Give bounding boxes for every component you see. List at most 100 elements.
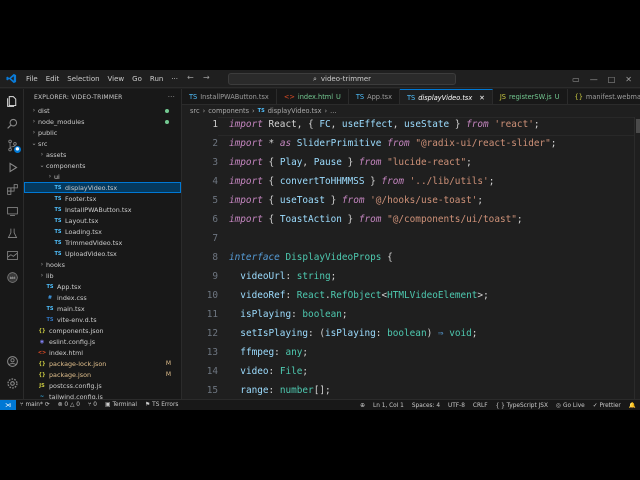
search-icon[interactable] [4,115,20,131]
scrollbar-thumb[interactable] [636,119,640,133]
code-token: ; [302,366,309,377]
code-line: videoUrl: string; [229,271,336,282]
menu-view[interactable]: View [104,75,129,83]
source-control-icon[interactable]: ● [4,137,21,153]
terminal-status[interactable]: ▣ Terminal [101,402,141,408]
chevron-down-icon: ⌄ [39,162,45,169]
folder-item[interactable]: › dist [24,105,181,116]
code-token: video [240,366,269,377]
code-token: * [262,138,280,149]
prettier-status[interactable]: ✓ Prettier [589,403,625,409]
file-item[interactable]: {} package.json M [24,369,181,380]
minimize-icon[interactable]: — [590,75,598,84]
folder-item[interactable]: › assets [24,149,181,160]
tab-close-icon[interactable]: ✕ [479,94,485,102]
file-item[interactable]: # index.css [24,292,181,303]
file-item[interactable]: {} components.json [24,325,181,336]
file-item[interactable]: ~ tailwind.config.js [24,391,181,400]
file-item[interactable]: TS displayVideo.tsx [24,182,181,193]
go-live-button[interactable]: ◎ Go Live [552,403,589,409]
line-number: 14 [206,366,218,377]
tab-registersw-js[interactable]: JS registerSW.js U [493,89,568,104]
settings-gear-icon[interactable] [4,375,20,391]
folder-item[interactable]: › lib [24,270,181,281]
file-item[interactable]: {} package-lock.json M [24,358,181,369]
sync-icon[interactable]: ⟳ [45,402,50,408]
file-item[interactable]: <> index.html [24,347,181,358]
folder-item[interactable]: › ui [24,171,181,182]
breadcrumb-symbol[interactable]: ... [330,107,336,115]
remote-explorer-icon[interactable] [4,203,20,219]
menu-more[interactable]: ··· [167,75,182,83]
branch-status[interactable]: ⑂ main* ⟳ [16,402,54,408]
git-ignored-dot-icon [165,108,169,113]
breadcrumb-file[interactable]: displayVideo.tsx [268,107,322,115]
folder-item[interactable]: ⌄ components [24,160,181,171]
language-mode[interactable]: { } TypeScript JSX [492,403,552,409]
notifications-bell-icon[interactable]: 🔔 [625,403,640,409]
code-token: ; [341,309,348,320]
editor-tabs: TS InstallPWAButton.tsx <> index.html U TS App… [182,89,640,105]
file-item[interactable]: TS App.tsx [24,281,181,292]
file-item[interactable]: JS postcss.config.js [24,380,181,391]
encoding-status[interactable]: UTF-8 [444,403,469,409]
file-item[interactable]: TS UploadVideo.tsx [24,248,181,259]
remote-indicator-icon[interactable]: ⋊ [0,399,16,410]
editor-scrollbar[interactable] [634,117,640,399]
cursor-position[interactable]: Ln 1, Col 1 [369,403,408,409]
tab-manifest-webma[interactable]: {} manifest.webma [568,89,640,104]
file-item[interactable]: TS main.tsx [24,303,181,314]
code-token: "lucide-react" [387,157,467,168]
layout-icon[interactable]: ▭ [572,75,580,84]
indentation-status[interactable]: Spaces: 4 [408,403,444,409]
folder-item[interactable]: › node_modules [24,116,181,127]
explorer-icon[interactable] [4,93,20,109]
file-item[interactable]: TS Loading.tsx [24,226,181,237]
explorer-more-button[interactable]: ··· [168,93,175,101]
run-debug-icon[interactable] [4,159,20,175]
menu-run[interactable]: Run [146,75,167,83]
code-token: import [229,119,263,130]
file-item[interactable]: TS InstallPWAButton.tsx [24,204,181,215]
account-extension-icon[interactable]: bkt [4,269,20,285]
menu-edit[interactable]: Edit [42,75,64,83]
tab-index-html[interactable]: <> index.html U [277,89,349,104]
maximize-icon[interactable]: □ [608,75,616,84]
accounts-icon[interactable] [4,353,20,369]
breadcrumb-src[interactable]: src [190,107,200,115]
menu-selection[interactable]: Selection [63,75,103,83]
file-item[interactable]: ◉ eslint.config.js [24,336,181,347]
folder-item[interactable]: ⌄ src [24,138,181,149]
file-item[interactable]: TS vite-env.d.ts [24,314,181,325]
tab-label: InstallPWAButton.tsx [200,93,269,101]
tab-displayvideo-tsx[interactable]: TS displayVideo.tsx ✕ [400,89,493,104]
code-token: { [262,214,280,225]
broadcast-icon: ◎ [555,402,562,409]
file-item[interactable]: TS TrimmedVideo.tsx [24,237,181,248]
problems-status[interactable]: ⊗ 0 △ 0 [54,402,84,408]
ports-status[interactable]: ⑂ 0 [84,402,101,408]
ts-errors-status[interactable]: ⚑ TS Errors [141,402,182,408]
extensions-icon[interactable] [4,181,20,197]
tab-installpwabutton-tsx[interactable]: TS InstallPWAButton.tsx [182,89,277,104]
eol-status[interactable]: CRLF [469,403,492,409]
menu-go[interactable]: Go [128,75,146,83]
code-editor[interactable]: 1 import React, { FC, useEffect, useState… [182,117,640,399]
zoom-icon[interactable]: ⊕ [356,403,369,409]
close-icon[interactable]: ✕ [625,75,632,84]
code-token: []; [313,385,331,396]
testing-icon[interactable] [4,225,20,241]
file-item[interactable]: TS Footer.tsx [24,193,181,204]
tab-app-tsx[interactable]: TS App.tsx [349,89,400,104]
breadcrumb-components[interactable]: components [208,107,249,115]
folder-item[interactable]: › hooks [24,259,181,270]
file-item[interactable]: TS Layout.tsx [24,215,181,226]
forward-icon[interactable]: → [200,73,213,82]
back-icon[interactable]: ← [184,73,197,82]
menu-file[interactable]: File [22,75,42,83]
command-center-search[interactable]: ⌕ video-trimmer [228,73,456,85]
folder-item[interactable]: › public [24,127,181,138]
docker-icon[interactable] [4,247,20,263]
tree-item-label: index.html [49,348,84,357]
